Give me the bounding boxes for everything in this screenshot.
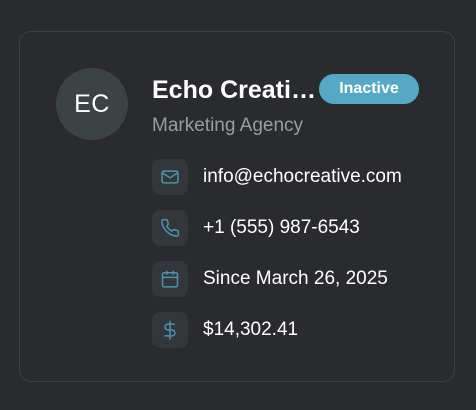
contact-name: Echo Creative Studio xyxy=(152,76,316,104)
customer-since: Since March 26, 2025 xyxy=(203,268,388,289)
avatar: EC xyxy=(56,68,128,140)
mail-icon xyxy=(152,159,188,195)
phone-link[interactable]: +1 (555) 987-6543 xyxy=(203,215,419,241)
contact-card: EC Echo Creative Studio Inactive Marketi… xyxy=(19,31,455,382)
revenue-value: $14,302.41 xyxy=(203,319,299,340)
email-row: info@echocreative.com xyxy=(152,159,442,195)
phone-icon xyxy=(152,210,188,246)
calendar-icon xyxy=(152,261,188,297)
email-link[interactable]: info@echocreative.com xyxy=(203,164,419,190)
dollar-icon xyxy=(152,312,188,348)
status-badge: Inactive xyxy=(319,74,419,104)
contact-category: Marketing Agency xyxy=(152,115,304,136)
revenue-row: $14,302.41 xyxy=(152,312,442,348)
phone-row: +1 (555) 987-6543 xyxy=(152,210,442,246)
since-row: Since March 26, 2025 xyxy=(152,261,442,297)
